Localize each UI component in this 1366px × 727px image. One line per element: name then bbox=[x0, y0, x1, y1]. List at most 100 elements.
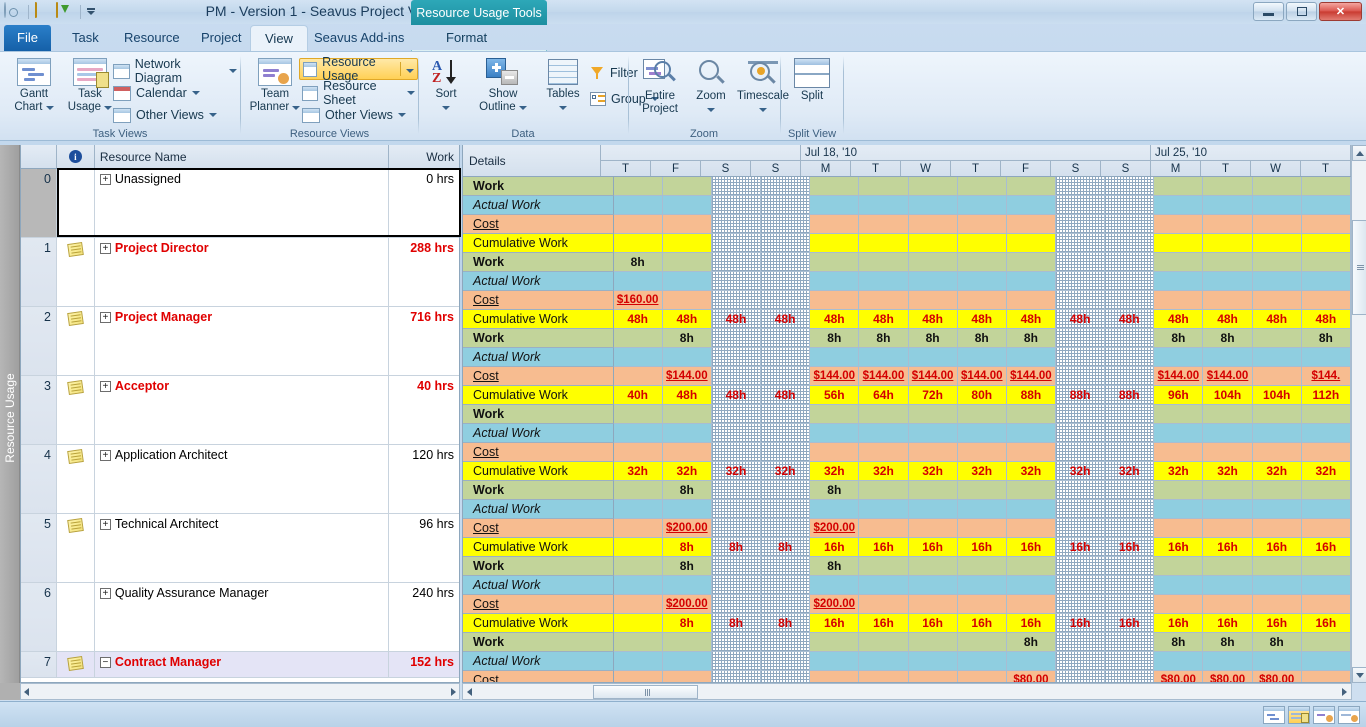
usage-cell[interactable]: 16h bbox=[1055, 614, 1106, 633]
usage-cell[interactable] bbox=[613, 424, 663, 443]
usage-cell[interactable] bbox=[1105, 291, 1155, 310]
sort-button[interactable]: A Z Sort bbox=[423, 56, 469, 124]
usage-cell[interactable] bbox=[1006, 215, 1056, 234]
expand-collapse-icon[interactable]: + bbox=[99, 381, 111, 392]
usage-cell[interactable] bbox=[908, 481, 958, 500]
expand-collapse-icon[interactable]: + bbox=[99, 450, 111, 461]
usage-cell[interactable] bbox=[1252, 291, 1302, 310]
usage-cell[interactable] bbox=[1154, 405, 1204, 424]
usage-cell[interactable] bbox=[859, 519, 909, 538]
usage-cell[interactable] bbox=[908, 576, 958, 595]
table-row[interactable]: 1 + Project Director 288 hrs bbox=[21, 238, 459, 307]
usage-cell[interactable] bbox=[1105, 633, 1155, 652]
usage-cell[interactable] bbox=[1252, 253, 1302, 272]
tab-seavus-add-ins[interactable]: Seavus Add-ins bbox=[300, 25, 418, 51]
usage-cell[interactable] bbox=[761, 519, 811, 538]
note-icon[interactable] bbox=[67, 311, 84, 326]
usage-cell[interactable] bbox=[810, 671, 860, 682]
usage-cell[interactable] bbox=[957, 633, 1007, 652]
usage-cell[interactable]: 88h bbox=[1105, 386, 1155, 405]
usage-cell[interactable] bbox=[662, 633, 712, 652]
usage-cell[interactable] bbox=[1252, 234, 1302, 253]
usage-cell[interactable] bbox=[1301, 595, 1351, 614]
usage-cell[interactable] bbox=[662, 234, 712, 253]
usage-cell[interactable] bbox=[1154, 595, 1204, 614]
usage-cell[interactable]: 16h bbox=[859, 538, 909, 557]
usage-cell[interactable] bbox=[662, 196, 712, 215]
usage-cell[interactable] bbox=[1203, 652, 1253, 671]
usage-cell[interactable]: 32h bbox=[957, 462, 1007, 481]
usage-cell[interactable]: 16h bbox=[1252, 614, 1302, 633]
app-menu-icon[interactable] bbox=[4, 2, 22, 21]
usage-cell[interactable] bbox=[810, 576, 860, 595]
usage-cell[interactable] bbox=[1203, 424, 1253, 443]
usage-cell[interactable]: 32h bbox=[711, 462, 762, 481]
usage-cell[interactable] bbox=[761, 196, 811, 215]
other-views-resource-chevron-down-icon[interactable] bbox=[397, 113, 406, 117]
indicator-cell[interactable] bbox=[57, 514, 95, 582]
usage-cell[interactable]: $144.00 bbox=[810, 367, 860, 386]
indicator-cell[interactable] bbox=[57, 376, 95, 444]
table-row[interactable]: 7 − Contract Manager 152 hrs bbox=[21, 652, 459, 678]
usage-cell[interactable] bbox=[1105, 196, 1155, 215]
zoom-button[interactable]: Zoom bbox=[689, 56, 733, 124]
usage-cell[interactable]: 16h bbox=[1203, 538, 1253, 557]
usage-cell[interactable] bbox=[711, 329, 762, 348]
usage-cell[interactable]: 88h bbox=[1055, 386, 1106, 405]
usage-cell[interactable] bbox=[613, 557, 663, 576]
usage-cell[interactable]: 48h bbox=[761, 386, 811, 405]
split-button[interactable]: Split bbox=[783, 56, 841, 124]
usage-cell[interactable]: 48h bbox=[613, 310, 663, 329]
usage-cell[interactable] bbox=[859, 234, 909, 253]
usage-cell[interactable] bbox=[957, 671, 1007, 682]
usage-cell[interactable] bbox=[859, 500, 909, 519]
resource-name-column-header[interactable]: Resource Name bbox=[95, 145, 390, 168]
usage-cell[interactable]: 48h bbox=[810, 310, 860, 329]
usage-cell[interactable] bbox=[761, 272, 811, 291]
usage-cell[interactable]: $80.00 bbox=[1154, 671, 1204, 682]
usage-cell[interactable]: 8h bbox=[1252, 633, 1302, 652]
expand-collapse-icon[interactable]: + bbox=[99, 588, 111, 599]
usage-cell[interactable] bbox=[662, 424, 712, 443]
usage-cell[interactable] bbox=[761, 652, 811, 671]
table-row[interactable]: 5 + Technical Architect 96 hrs bbox=[21, 514, 459, 583]
usage-cell[interactable] bbox=[1301, 500, 1351, 519]
tab-task[interactable]: Task bbox=[58, 25, 113, 51]
usage-cell[interactable] bbox=[1203, 443, 1253, 462]
resource-sheet-button[interactable]: Resource Sheet bbox=[299, 79, 418, 107]
usage-cell[interactable] bbox=[761, 633, 811, 652]
usage-cell[interactable]: 32h bbox=[1105, 462, 1155, 481]
usage-cell[interactable] bbox=[1006, 576, 1056, 595]
usage-cell[interactable]: 104h bbox=[1252, 386, 1302, 405]
usage-cell[interactable] bbox=[810, 424, 860, 443]
note-icon[interactable] bbox=[67, 656, 84, 671]
usage-cell[interactable] bbox=[1105, 557, 1155, 576]
usage-cell[interactable] bbox=[1203, 234, 1253, 253]
usage-cell[interactable] bbox=[908, 557, 958, 576]
timescale-chevron-down-icon[interactable] bbox=[759, 107, 767, 112]
usage-cell[interactable]: 8h bbox=[662, 481, 712, 500]
usage-cell[interactable]: 16h bbox=[1301, 614, 1351, 633]
usage-cell[interactable] bbox=[1055, 557, 1106, 576]
usage-cell[interactable] bbox=[957, 234, 1007, 253]
note-icon[interactable] bbox=[67, 380, 84, 395]
usage-cell[interactable] bbox=[1301, 576, 1351, 595]
usage-cell[interactable] bbox=[1252, 329, 1302, 348]
usage-cell[interactable] bbox=[711, 348, 762, 367]
usage-cell[interactable] bbox=[613, 671, 663, 682]
resource-usage-chevron-down-icon[interactable] bbox=[406, 69, 414, 73]
usage-cell[interactable] bbox=[908, 405, 958, 424]
usage-cell[interactable]: 48h bbox=[1006, 310, 1056, 329]
expand-collapse-icon[interactable]: + bbox=[99, 243, 111, 254]
usage-cell[interactable] bbox=[1006, 481, 1056, 500]
resource-name-cell[interactable]: + Technical Architect bbox=[95, 514, 390, 582]
usage-cell[interactable] bbox=[810, 196, 860, 215]
usage-cell[interactable] bbox=[1154, 215, 1204, 234]
usage-cell[interactable] bbox=[1252, 405, 1302, 424]
usage-cell[interactable] bbox=[761, 595, 811, 614]
usage-cell[interactable]: 8h bbox=[1006, 329, 1056, 348]
usage-cell[interactable] bbox=[662, 272, 712, 291]
usage-cell[interactable]: 32h bbox=[662, 462, 712, 481]
table-row[interactable]: 2 + Project Manager 716 hrs bbox=[21, 307, 459, 376]
indicator-cell[interactable] bbox=[57, 307, 95, 375]
